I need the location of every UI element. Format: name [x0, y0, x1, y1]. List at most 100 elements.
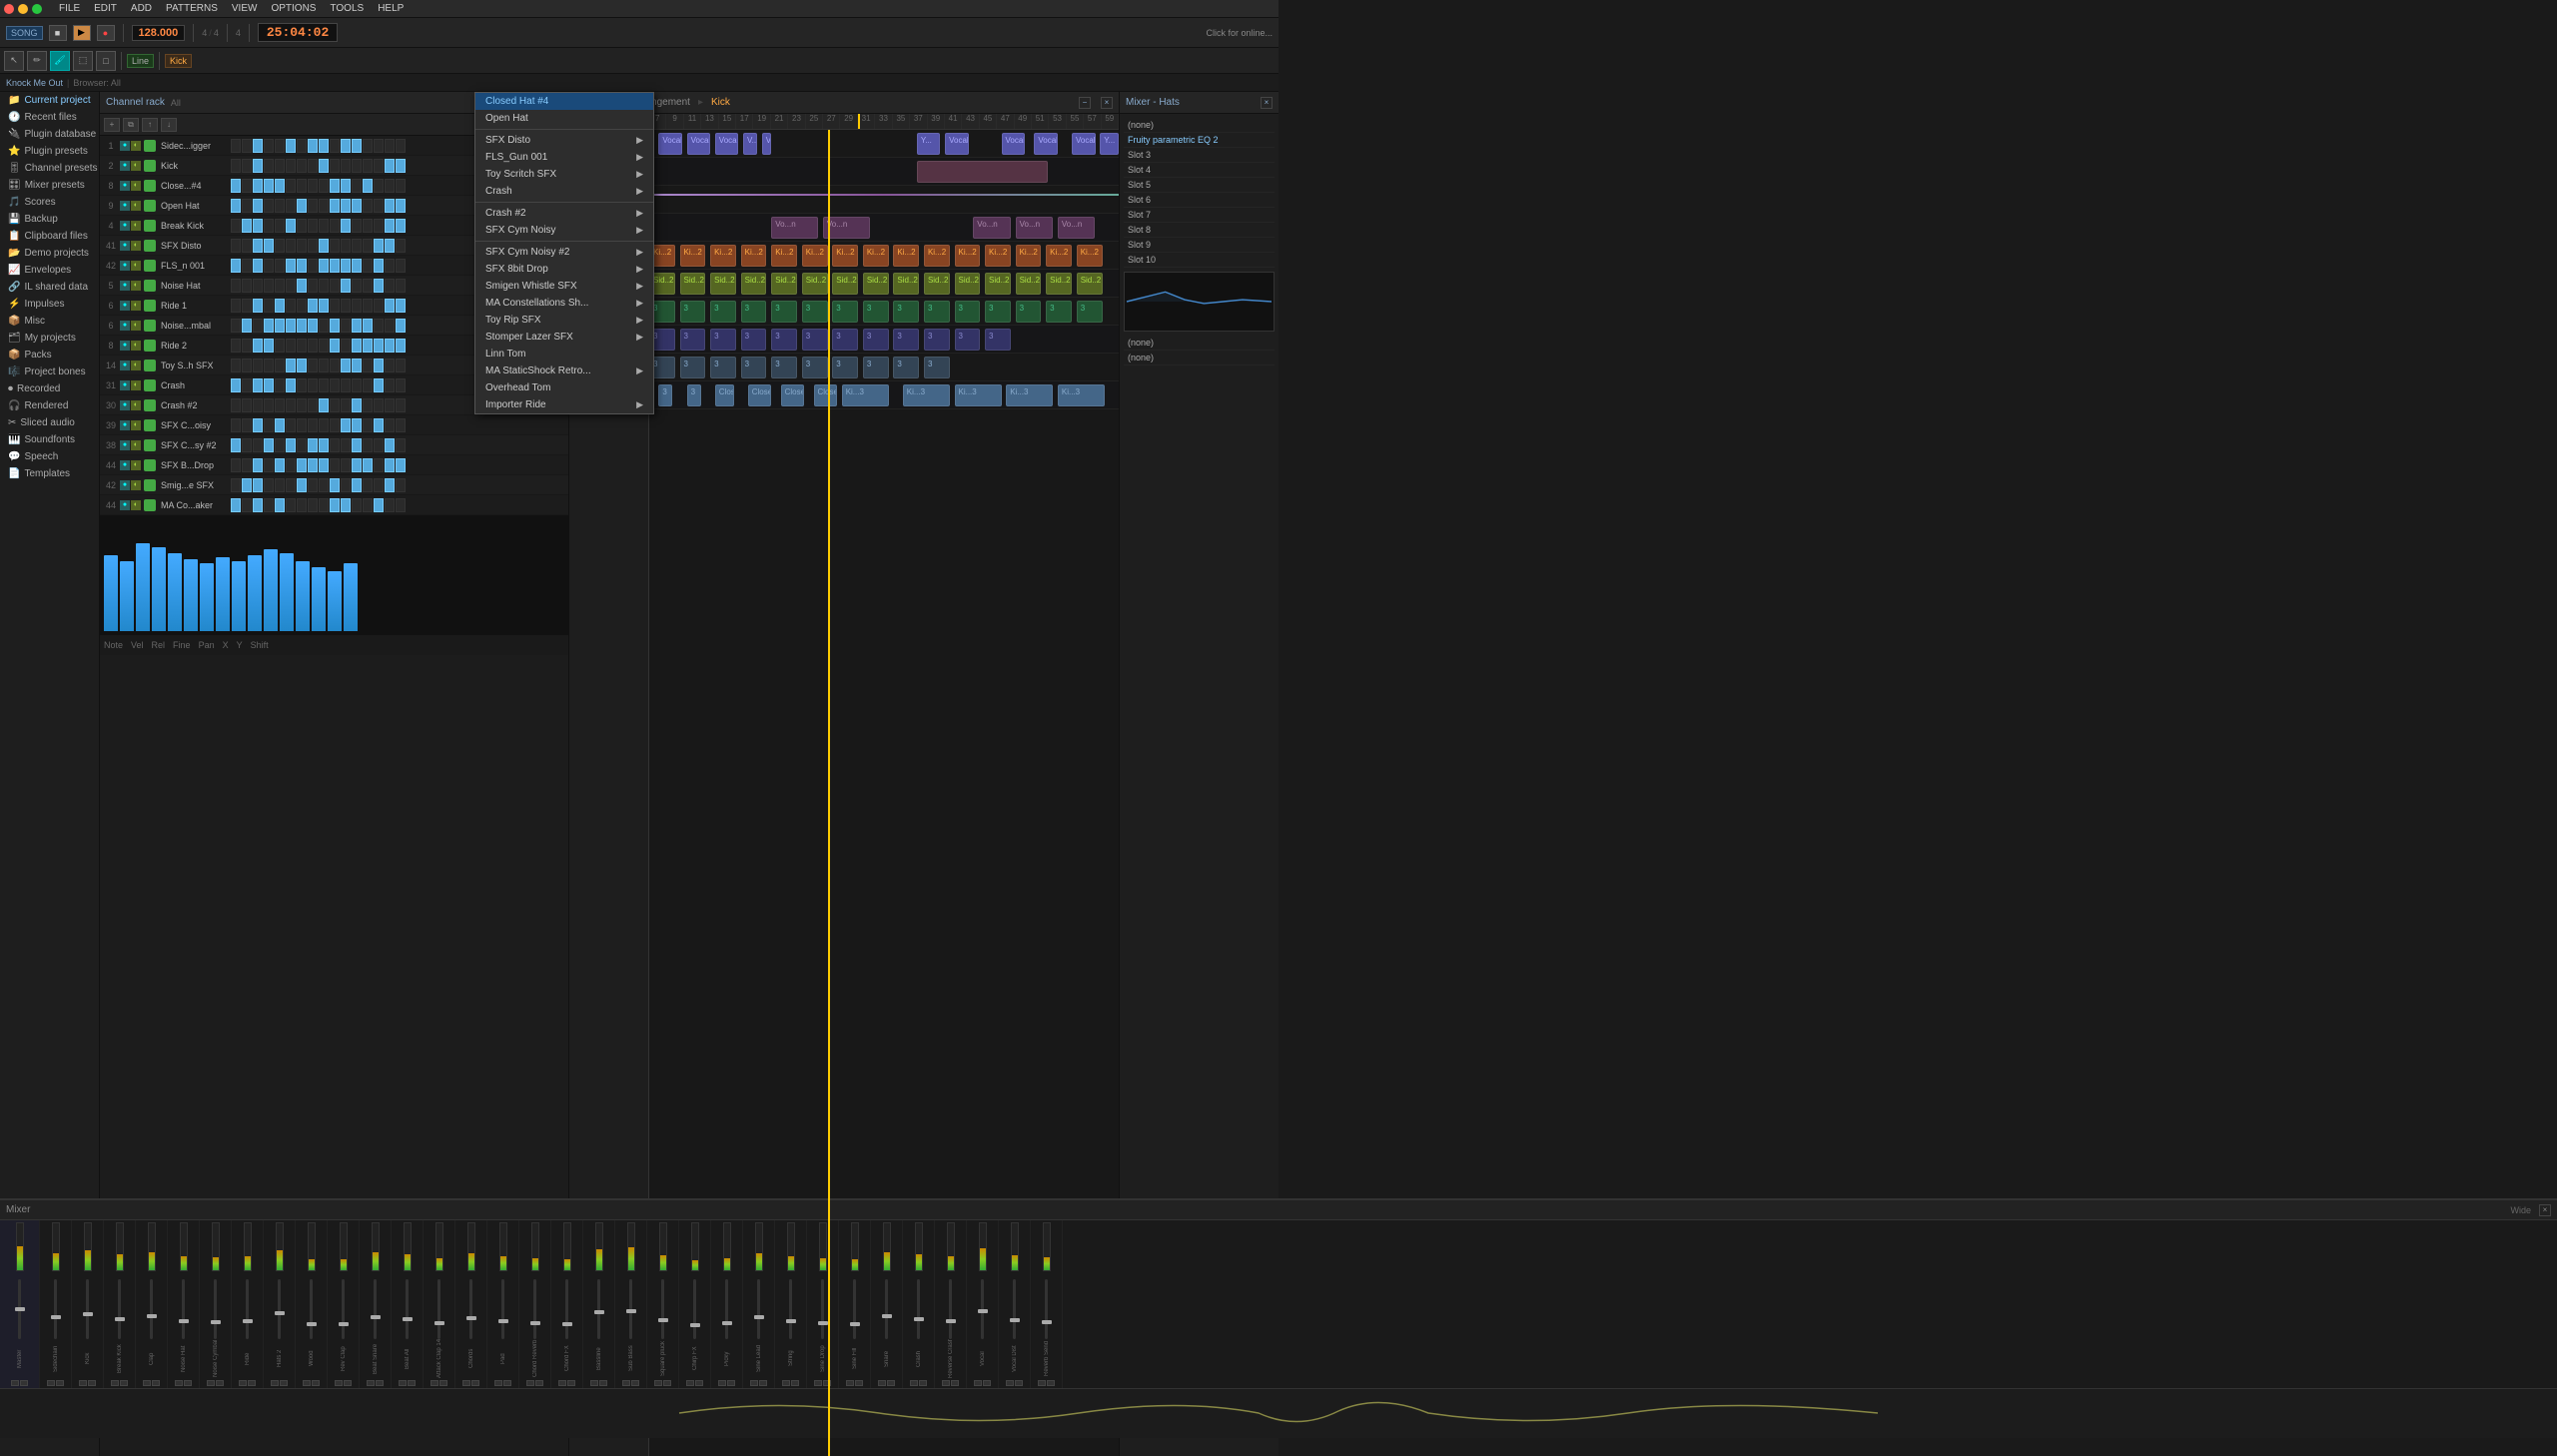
- step-btn[interactable]: [275, 219, 285, 233]
- fader-thumb[interactable]: [914, 1317, 924, 1321]
- track-block-closed-hat[interactable]: 3: [687, 384, 701, 406]
- step-btn[interactable]: [341, 199, 351, 213]
- step-btn[interactable]: [385, 378, 395, 392]
- step-btn[interactable]: [231, 398, 241, 412]
- channel-mute-btn[interactable]: ●: [120, 380, 130, 390]
- step-btn[interactable]: [330, 199, 340, 213]
- ch-solo-btn[interactable]: [216, 1380, 224, 1386]
- fader-thumb[interactable]: [1010, 1318, 1020, 1322]
- step-btn[interactable]: [308, 199, 318, 213]
- step-btn[interactable]: [231, 199, 241, 213]
- fader-thumb[interactable]: [786, 1319, 796, 1323]
- ch-solo-btn[interactable]: [248, 1380, 256, 1386]
- ch-mute-btn[interactable]: [494, 1380, 502, 1386]
- channel-mute-btn[interactable]: ●: [120, 361, 130, 370]
- step-btn[interactable]: [396, 498, 406, 512]
- step-btn[interactable]: [374, 418, 384, 432]
- step-btn[interactable]: [297, 438, 307, 452]
- step-btn[interactable]: [341, 418, 351, 432]
- ch-mute-btn[interactable]: [910, 1380, 918, 1386]
- channel-active-indicator[interactable]: [144, 200, 156, 212]
- step-btn[interactable]: [396, 219, 406, 233]
- step-btn[interactable]: [264, 438, 274, 452]
- step-btn[interactable]: [363, 319, 373, 333]
- ch-solo-btn[interactable]: [344, 1380, 352, 1386]
- step-btn[interactable]: [363, 159, 373, 173]
- track-block-noise-hat-blocks-container[interactable]: 3: [802, 329, 828, 351]
- channel-active-indicator[interactable]: [144, 260, 156, 272]
- dropdown-item-sfx-disto[interactable]: SFX Disto ▶: [475, 132, 653, 149]
- fader-thumb[interactable]: [498, 1319, 508, 1323]
- step-btn[interactable]: [253, 279, 263, 293]
- track-block-clap-blocks-container[interactable]: 3: [893, 301, 919, 323]
- fader-thumb[interactable]: [179, 1319, 189, 1323]
- ch-mute-btn[interactable]: [335, 1380, 343, 1386]
- channel-solo-btn[interactable]: ◐: [131, 321, 141, 331]
- step-btn[interactable]: [253, 378, 263, 392]
- step-btn[interactable]: [330, 478, 340, 492]
- step-btn[interactable]: [297, 299, 307, 313]
- tool-select[interactable]: □: [96, 51, 116, 71]
- sidebar-item-channel-presets[interactable]: 🎚 Channel presets: [0, 160, 99, 177]
- channel-mute-btn[interactable]: ●: [120, 460, 130, 470]
- step-btn[interactable]: [264, 159, 274, 173]
- step-btn[interactable]: [253, 359, 263, 372]
- step-btn[interactable]: [374, 219, 384, 233]
- step-btn[interactable]: [297, 359, 307, 372]
- ch-solo-btn[interactable]: [471, 1380, 479, 1386]
- track-block-closed-hat[interactable]: Ki...3: [955, 384, 1002, 406]
- step-btn[interactable]: [253, 458, 263, 472]
- step-btn[interactable]: [231, 139, 241, 153]
- step-btn[interactable]: [231, 219, 241, 233]
- step-btn[interactable]: [396, 279, 406, 293]
- step-btn[interactable]: [286, 398, 296, 412]
- fader-thumb[interactable]: [626, 1309, 636, 1313]
- channel-active-indicator[interactable]: [144, 240, 156, 252]
- track-block-closed-hat[interactable]: 3: [658, 384, 672, 406]
- ch-solo-btn[interactable]: [695, 1380, 703, 1386]
- channel-mute-btn[interactable]: ●: [120, 301, 130, 311]
- step-btn[interactable]: [264, 418, 274, 432]
- track-block-noise-hat-blocks-container[interactable]: 3: [771, 329, 797, 351]
- step-btn[interactable]: [396, 299, 406, 313]
- step-btn[interactable]: [385, 239, 395, 253]
- step-btn[interactable]: [396, 478, 406, 492]
- track-block-sidechain-blocks-container[interactable]: Sid..2: [710, 273, 736, 295]
- step-btn[interactable]: [352, 139, 362, 153]
- track-block-sidechain-blocks-container[interactable]: Sid..2: [893, 273, 919, 295]
- track-block-closed-hat[interactable]: Closed Hat: [781, 384, 805, 406]
- block-vo-n-1[interactable]: Vo...n: [771, 217, 818, 239]
- step-btn[interactable]: [286, 359, 296, 372]
- dropdown-item-toy-rip-sfx[interactable]: Toy Rip SFX ▶: [475, 312, 653, 329]
- dropdown-item-smigen-whistle-sfx[interactable]: Smigen Whistle SFX ▶: [475, 278, 653, 295]
- step-btn[interactable]: [341, 239, 351, 253]
- step-btn[interactable]: [275, 359, 285, 372]
- track-block-noise-hat-blocks-container[interactable]: 3: [832, 329, 858, 351]
- sidebar-item-sliced-audio[interactable]: ✂ Sliced audio: [0, 414, 99, 431]
- step-btn[interactable]: [297, 319, 307, 333]
- channel-solo-btn[interactable]: ◐: [131, 201, 141, 211]
- record-button[interactable]: ●: [97, 25, 115, 41]
- track-block-noise-hat-blocks-container[interactable]: 3: [893, 329, 919, 351]
- step-btn[interactable]: [330, 219, 340, 233]
- ch-mute-btn[interactable]: [303, 1380, 311, 1386]
- fader-thumb[interactable]: [562, 1322, 572, 1326]
- mixer-slot-4[interactable]: Slot 4: [1124, 163, 1275, 178]
- block-vocal-5[interactable]: V.: [762, 133, 771, 155]
- track-block-kick-blocks-container[interactable]: Ki...2: [985, 245, 1011, 267]
- step-btn[interactable]: [286, 279, 296, 293]
- step-btn[interactable]: [275, 199, 285, 213]
- track-block-clap-blocks-container[interactable]: 3: [1016, 301, 1042, 323]
- mixer-slot-10[interactable]: Slot 10: [1124, 253, 1275, 268]
- step-btn[interactable]: [396, 159, 406, 173]
- step-btn[interactable]: [242, 418, 252, 432]
- cr-up-btn[interactable]: ↑: [142, 118, 158, 132]
- step-btn[interactable]: [385, 398, 395, 412]
- step-btn[interactable]: [330, 319, 340, 333]
- step-btn[interactable]: [253, 259, 263, 273]
- step-btn[interactable]: [363, 378, 373, 392]
- channel-active-indicator[interactable]: [144, 499, 156, 511]
- step-btn[interactable]: [275, 339, 285, 353]
- step-btn[interactable]: [231, 179, 241, 193]
- step-btn[interactable]: [242, 359, 252, 372]
